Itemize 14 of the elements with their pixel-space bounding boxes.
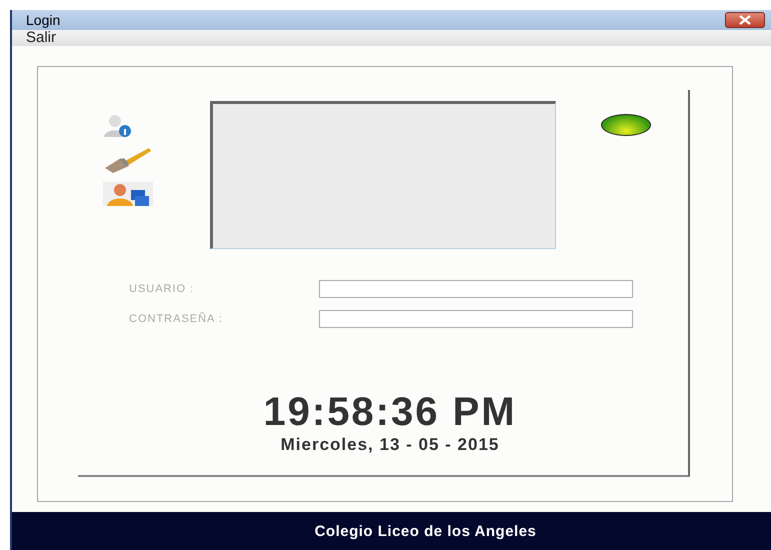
footer-text: Colegio Liceo de los Angeles (314, 522, 536, 540)
close-icon (738, 15, 752, 25)
field-label: CONTRASEÑA : (129, 313, 224, 325)
close-button[interactable] (725, 12, 765, 28)
clock-time: 19:58:36 PM (262, 390, 518, 435)
clock-date: Miercoles, 13 - 05 - 2015 (280, 435, 500, 455)
input-field[interactable] (319, 280, 633, 298)
paintbrush-icon[interactable] (103, 146, 153, 174)
field-label: USUARIO : (129, 283, 196, 295)
user-info-icon[interactable] (103, 114, 133, 138)
window-title: Login (26, 12, 60, 28)
menu-item[interactable]: Salir (26, 30, 56, 46)
user-computer-icon[interactable] (103, 182, 153, 206)
input-field[interactable] (319, 310, 633, 328)
